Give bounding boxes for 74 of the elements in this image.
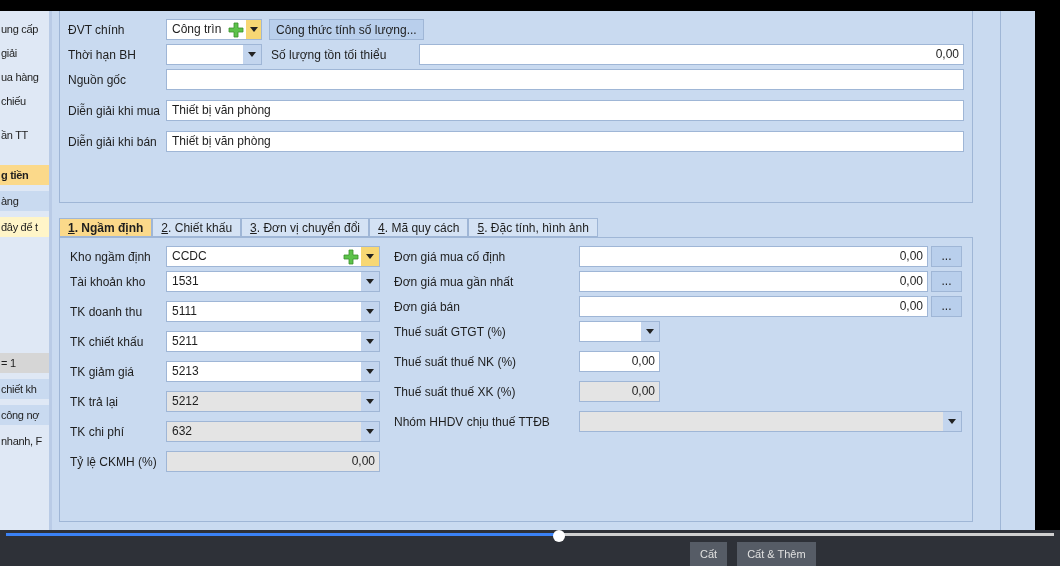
- field-label: Tài khoản kho: [70, 273, 147, 291]
- dropdown-field[interactable]: 5211: [166, 331, 380, 352]
- input-field[interactable]: 0,00: [579, 351, 660, 372]
- dropdown-field[interactable]: 5213: [166, 361, 380, 382]
- caret-icon: [366, 399, 374, 404]
- caret-icon: [366, 369, 374, 374]
- dropdown-field[interactable]: [579, 321, 660, 342]
- caret-icon: [948, 419, 956, 424]
- input-field[interactable]: 0,00: [579, 296, 928, 317]
- field-label: Nguồn gốc: [68, 71, 128, 89]
- field-label: TK trả lại: [70, 393, 119, 411]
- side-panel-text: ần TT: [0, 128, 30, 143]
- plus-icon: [228, 21, 245, 38]
- field-label: Đơn giá bán: [394, 298, 461, 316]
- progress-handle[interactable]: [552, 530, 565, 542]
- side-panel-text: nhanh, F: [0, 434, 44, 449]
- side-panel-text: ung cấp: [0, 22, 40, 37]
- tab[interactable]: 4. Mã quy cách: [369, 218, 469, 237]
- field-label: TK giảm giá: [70, 363, 136, 381]
- formula-button[interactable]: Công thức tính số lượng...: [269, 19, 424, 40]
- ellipsis-button[interactable]: ...: [931, 271, 962, 292]
- input-field[interactable]: Thiết bị văn phòng: [166, 131, 964, 152]
- field-label: Đơn giá mua cố định: [394, 248, 507, 266]
- dropdown-field[interactable]: 5111: [166, 301, 380, 322]
- field-label: TK doanh thu: [70, 303, 144, 321]
- field-label: Diễn giải khi mua: [68, 102, 159, 120]
- side-panel-text: àng: [0, 191, 49, 211]
- ellipsis-button[interactable]: ...: [931, 246, 962, 267]
- side-panel-text: = 1: [0, 353, 49, 373]
- field-label: Thuế suất thuế NK (%): [394, 353, 518, 371]
- field-label: Số lượng tồn tối thiểu: [270, 46, 388, 64]
- caret-icon: [646, 329, 654, 334]
- side-panel-text: chiết kh: [0, 379, 49, 399]
- input-field[interactable]: [166, 69, 964, 90]
- side-panel-text: ua hàng: [0, 70, 40, 85]
- side-panel-text: công nợ: [0, 405, 49, 425]
- dropdown-field[interactable]: 1531: [166, 271, 380, 292]
- tab[interactable]: 3. Đơn vị chuyển đổi: [241, 218, 370, 237]
- input-field[interactable]: 0,00: [419, 44, 964, 65]
- dropdown-field[interactable]: CCDC: [166, 246, 380, 267]
- field-label: Diễn giải khi bán: [68, 133, 158, 151]
- tab[interactable]: 2. Chiết khấu: [152, 218, 242, 237]
- field-label: Nhóm HHDV chịu thuế TTĐB: [394, 413, 551, 431]
- plus-icon: [343, 248, 359, 265]
- caret-icon: [248, 52, 256, 57]
- field-label: Thời hạn BH: [68, 46, 137, 64]
- caret-icon: [366, 429, 374, 434]
- tab[interactable]: 5. Đặc tính, hình ảnh: [468, 218, 598, 237]
- ellipsis-button[interactable]: ...: [931, 296, 962, 317]
- field-label: Thuế suất GTGT (%): [394, 323, 507, 341]
- toolbar-button[interactable]: Cất & Thêm: [737, 542, 816, 566]
- field-label: Thuế suất thuế XK (%): [394, 383, 517, 401]
- toolbar-button[interactable]: Cất: [690, 542, 728, 566]
- field-label: TK chi phí: [70, 423, 126, 441]
- input-field[interactable]: 0,00: [579, 246, 928, 267]
- field-label: ĐVT chính: [68, 21, 126, 39]
- caret-icon: [366, 309, 374, 314]
- side-panel-text: g tiền: [0, 165, 49, 185]
- caret-icon: [249, 27, 258, 32]
- tab[interactable]: 1. Ngầm định: [59, 218, 153, 237]
- field-label: Đơn giá mua gần nhất: [394, 273, 515, 291]
- field-label: TK chiết khấu: [70, 333, 145, 351]
- side-panel-text: đây để t: [0, 217, 49, 237]
- field-label: Tỷ lệ CKMH (%): [70, 453, 158, 471]
- side-panel-text: chiếu: [0, 94, 27, 109]
- input-field[interactable]: 0,00: [579, 271, 928, 292]
- side-panel-text: giải: [0, 46, 18, 61]
- field-label: Kho ngầm định: [70, 248, 152, 266]
- dropdown-field[interactable]: Công trìn: [166, 19, 262, 40]
- dropdown-field[interactable]: [166, 44, 262, 65]
- caret-icon: [366, 254, 374, 259]
- input-field[interactable]: Thiết bị văn phòng: [166, 100, 964, 121]
- caret-icon: [366, 279, 374, 284]
- caret-icon: [366, 339, 374, 344]
